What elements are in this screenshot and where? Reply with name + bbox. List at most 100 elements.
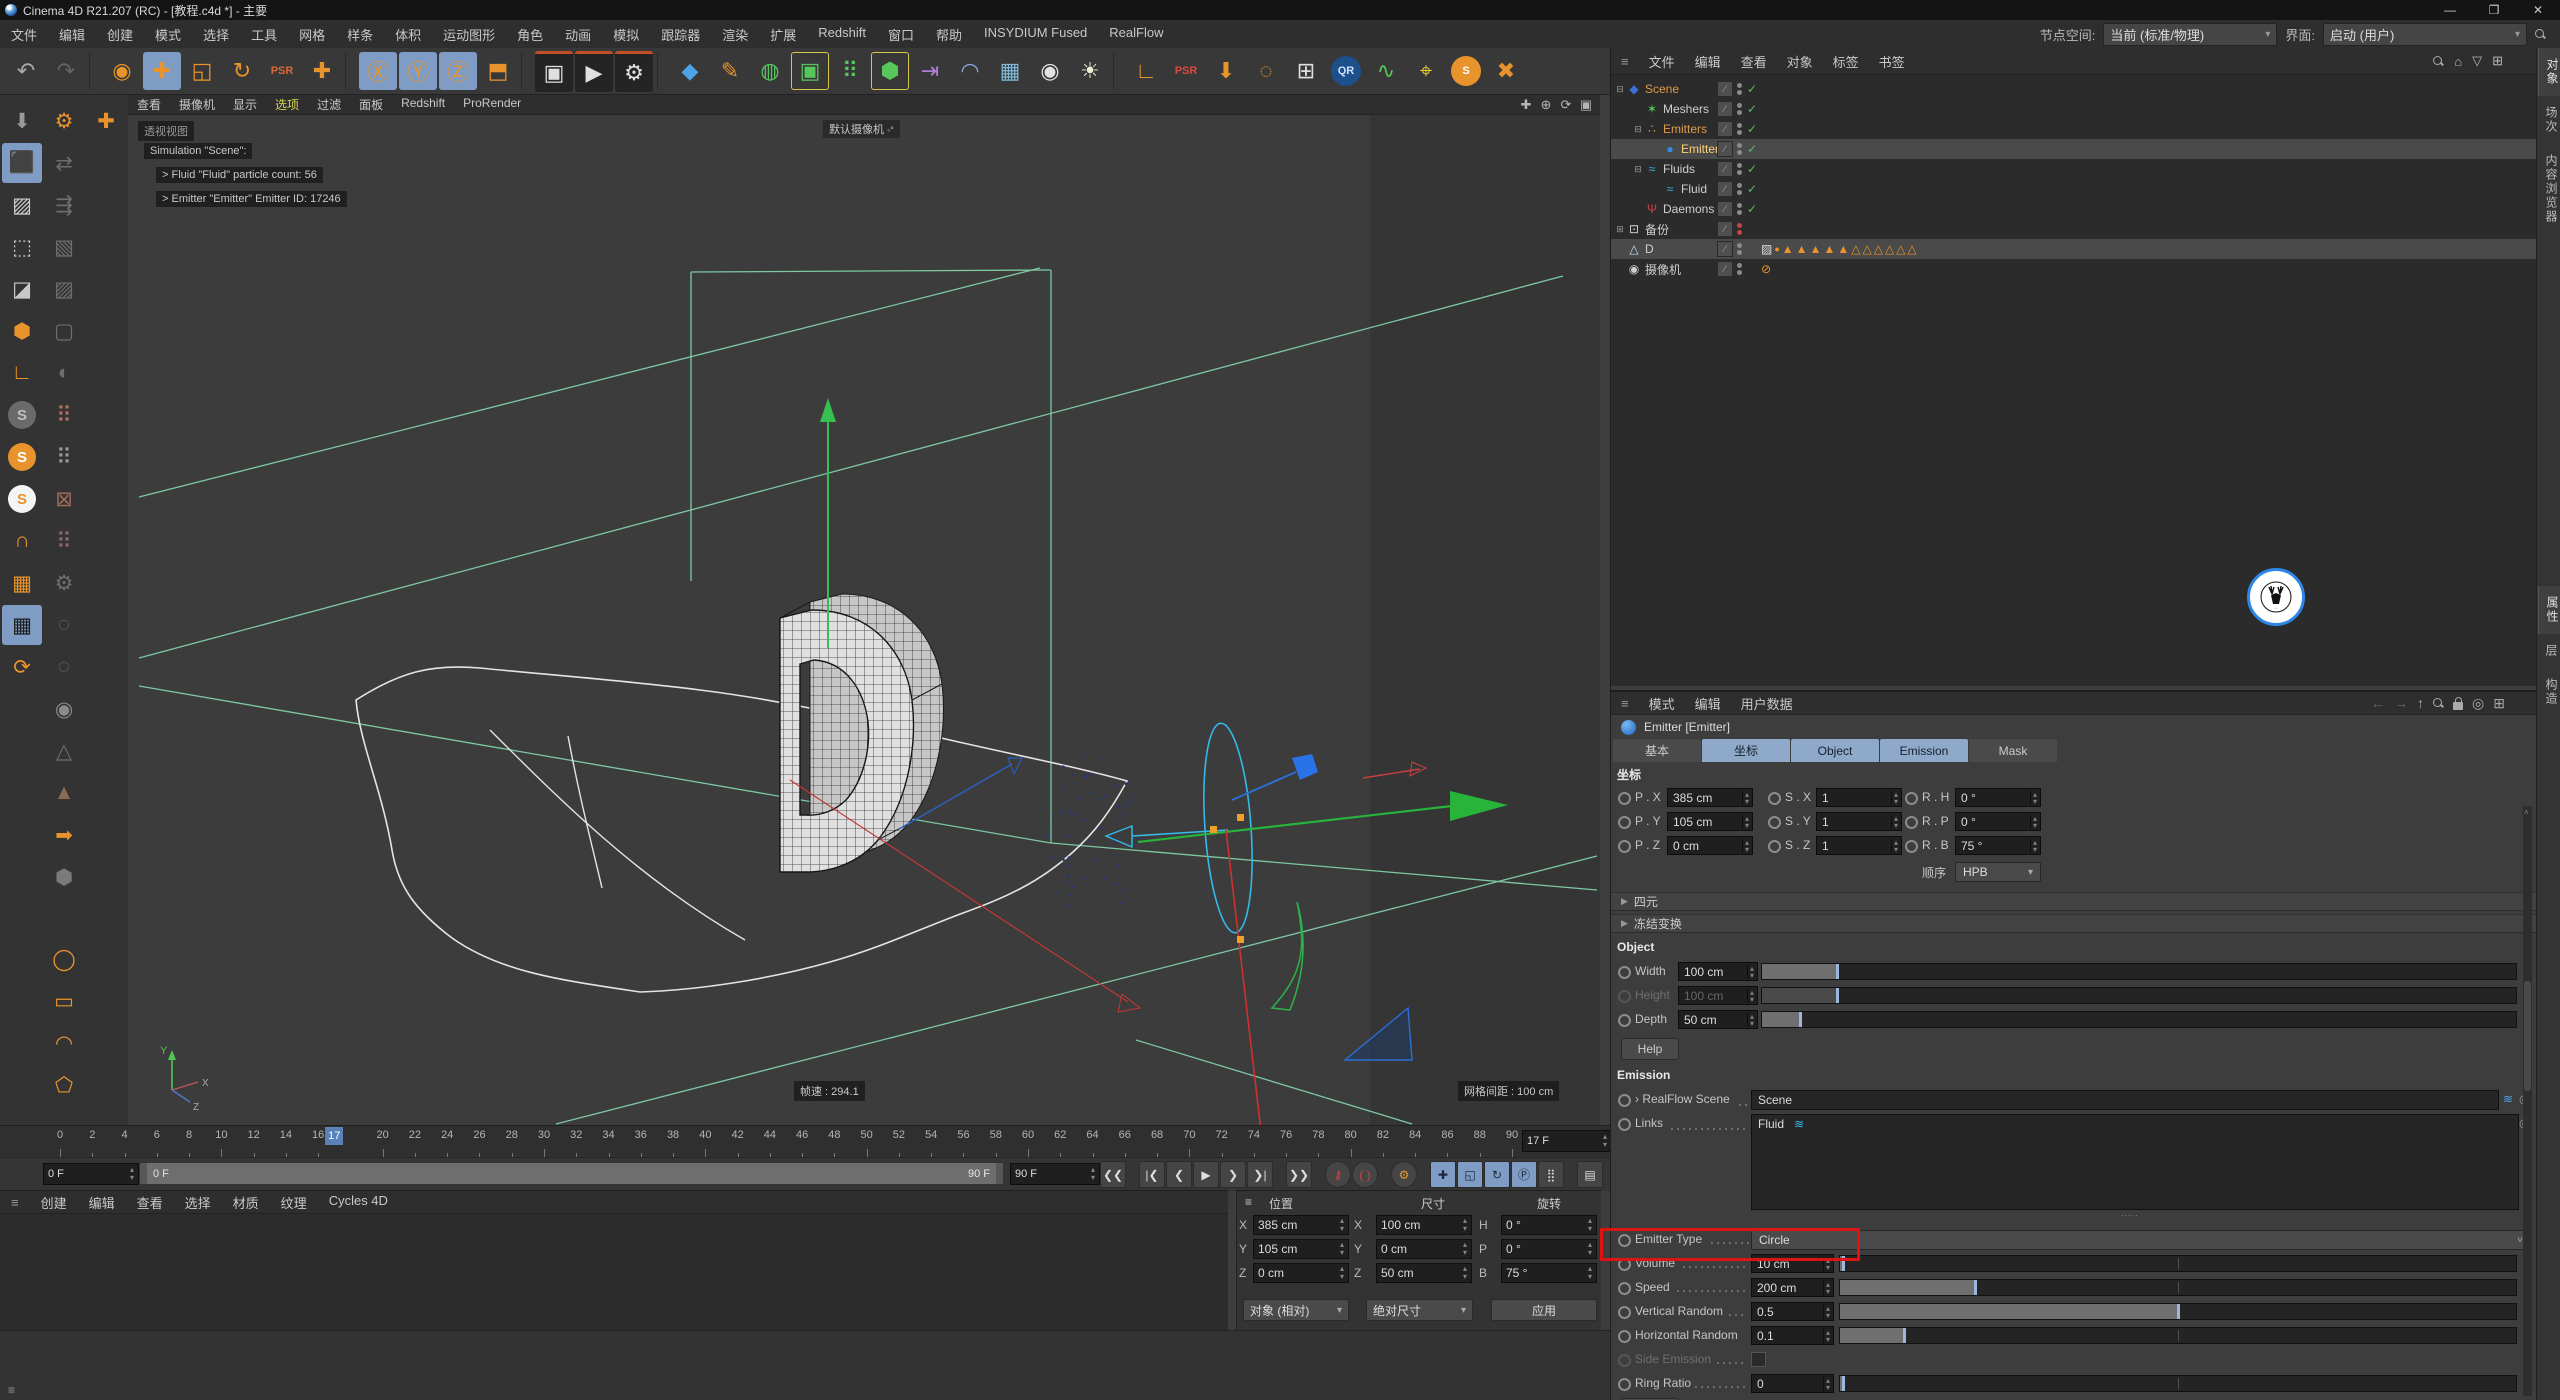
viewport-menu-3[interactable]: 选项 <box>266 96 308 113</box>
keyframe-dot[interactable] <box>1618 1354 1631 1367</box>
keyframe-dot[interactable] <box>1618 840 1631 853</box>
value-field[interactable]: 105 cm▴▾ <box>1667 812 1753 831</box>
ring-ratio-field[interactable]: 0▴▾ <box>1751 1374 1834 1393</box>
apply-button[interactable]: 应用 <box>1491 1299 1597 1321</box>
snap-settings-icon[interactable]: ⚙ <box>44 101 84 141</box>
keyframe-dot[interactable] <box>1618 1330 1631 1343</box>
keyframe-dot[interactable] <box>1618 990 1631 1003</box>
vp-rotate-icon[interactable]: ⟳ <box>1558 97 1574 113</box>
value-field[interactable]: 1▴▾ <box>1816 836 1902 855</box>
value-field[interactable]: 0 cm▴▾ <box>1667 836 1753 855</box>
enabled-check-icon[interactable]: ✓ <box>1747 162 1757 176</box>
material-menu-0[interactable]: 创建 <box>30 1193 78 1212</box>
attribute-scrollbar[interactable]: ˄ <box>2523 806 2532 1396</box>
daemon-tag-icon[interactable]: ▲ <box>1796 242 1808 256</box>
value-field[interactable]: 0 °▴▾ <box>1955 812 2041 831</box>
points-mode-icon[interactable]: ⬚ <box>2 227 42 267</box>
enabled-check-icon[interactable]: ✓ <box>1747 182 1757 196</box>
range-start-spinner[interactable]: 0 F▴▾ <box>43 1163 139 1185</box>
workplane-y-icon[interactable]: ▨ <box>44 269 84 309</box>
layer-toggle[interactable]: ∕ <box>1717 261 1733 277</box>
keyframe-dot[interactable] <box>1618 816 1631 829</box>
keyframe-dot[interactable] <box>1618 1306 1631 1319</box>
layer-toggle[interactable]: ∕ <box>1717 221 1733 237</box>
daemon-tag-icon[interactable]: △ <box>1874 242 1883 256</box>
tree-row-Emitter[interactable]: ●Emitter∕✓ <box>1611 139 2537 159</box>
pan-view-icon[interactable]: ✚ <box>86 101 126 141</box>
speed-slider[interactable] <box>1839 1279 2517 1296</box>
enabled-check-icon[interactable]: ✓ <box>1747 142 1757 156</box>
om-menu-2[interactable]: 查看 <box>1731 52 1777 71</box>
side-tab-场次[interactable]: 场次 <box>2538 96 2560 144</box>
dots-cluster-icon[interactable]: ⬢ <box>44 857 84 897</box>
volume-slider[interactable] <box>1839 1255 2517 1272</box>
collapsed-group-冻结变换[interactable]: ▶冻结变换 <box>1611 914 2537 933</box>
viewport-menu-4[interactable]: 过滤 <box>308 96 350 113</box>
tree-row-Fluids[interactable]: ⊟≈Fluids∕✓ <box>1611 159 2537 179</box>
main-menu-18[interactable]: 帮助 <box>925 25 973 44</box>
speed-field[interactable]: 200 cm▴▾ <box>1751 1278 1834 1297</box>
snap-disabled-icon[interactable]: ⊠ <box>44 479 84 519</box>
object-width-slider[interactable] <box>1761 963 2517 980</box>
keyframe-dot[interactable] <box>1618 1282 1631 1295</box>
am-search-icon[interactable] <box>2433 698 2444 709</box>
axis-workplane-icon[interactable]: ∟ <box>1127 52 1165 90</box>
slider-handle[interactable] <box>1799 1012 1802 1027</box>
edge-mode-icon[interactable]: ◪ <box>2 269 42 309</box>
side-tab-属性[interactable]: 属性 <box>2538 586 2560 634</box>
daemon-tag-icon[interactable]: △ <box>1862 242 1871 256</box>
camera-icon[interactable]: ◉ <box>1031 52 1069 90</box>
next-frame-button[interactable]: ❯ <box>1220 1161 1246 1188</box>
kf-parameter-button[interactable]: Ⓟ <box>1511 1161 1537 1188</box>
burger-icon[interactable]: ≡ <box>1611 54 1639 69</box>
tab-Emission[interactable]: Emission <box>1880 739 1968 762</box>
keyframe-dot[interactable] <box>1618 1118 1631 1131</box>
visibility-dots[interactable] <box>1737 123 1742 135</box>
collapse-icon[interactable]: ⊟ <box>1633 124 1643 135</box>
burger-icon[interactable]: ≡ <box>1611 696 1639 711</box>
particle-tag-icon[interactable]: ● <box>1774 244 1779 254</box>
camera-label[interactable]: 默认摄像机 ◦° <box>823 120 900 138</box>
simulation-off-icon[interactable]: S <box>8 401 36 429</box>
field-icon[interactable]: ⠿ <box>831 52 869 90</box>
workplane-icon[interactable]: ▦ <box>2 563 42 603</box>
main-menu-5[interactable]: 工具 <box>240 25 288 44</box>
node-space-select[interactable]: 当前 (标准/物理)▾ <box>2103 23 2277 46</box>
tree-row-Fluid[interactable]: ≈Fluid∕✓ <box>1611 179 2537 199</box>
value-field[interactable]: 100 cm▴▾ <box>1678 962 1758 981</box>
jiggle-icon[interactable]: ∿ <box>1367 52 1405 90</box>
om-menu-3[interactable]: 对象 <box>1777 52 1823 71</box>
main-menu-4[interactable]: 选择 <box>192 25 240 44</box>
viewport-menu-5[interactable]: 面板 <box>350 96 392 113</box>
layer-toggle[interactable]: ∕ <box>1717 101 1733 117</box>
record-key-button[interactable]: ⚷ <box>1325 1161 1351 1188</box>
keyframe-dot[interactable] <box>1905 840 1918 853</box>
rotate-icon[interactable]: ↻ <box>223 52 261 90</box>
object-height-slider[interactable] <box>1761 987 2517 1004</box>
material-menu-1[interactable]: 编辑 <box>78 1193 126 1212</box>
visibility-dots[interactable] <box>1737 163 1742 175</box>
visibility-dots[interactable] <box>1737 143 1742 155</box>
render-picture-viewer-icon[interactable]: ▶ <box>575 51 613 92</box>
z-axis-lock-icon[interactable]: Ⓩ <box>439 52 477 90</box>
goto-start-button[interactable]: ❮❮ <box>1100 1161 1126 1188</box>
burger-icon[interactable]: ≡ <box>1245 1195 1252 1209</box>
main-menu-14[interactable]: 渲染 <box>711 25 759 44</box>
main-menu-16[interactable]: Redshift <box>807 25 877 44</box>
tab-Object[interactable]: Object <box>1791 739 1879 762</box>
side-tab-内容浏览器[interactable]: 内容浏览器 <box>2538 144 2560 234</box>
render-view-icon[interactable]: ▣ <box>535 51 573 92</box>
polygon-mode-icon[interactable]: ⬢ <box>2 311 42 351</box>
value-field[interactable]: 100 cm▴▾ <box>1678 986 1758 1005</box>
material-menu-3[interactable]: 选择 <box>174 1193 222 1212</box>
om-menu-4[interactable]: 标签 <box>1823 52 1869 71</box>
coord-value-field[interactable]: 50 cm▴▾ <box>1376 1263 1472 1283</box>
drop-to-floor-icon[interactable]: ⬇ <box>1207 52 1245 90</box>
slider-handle[interactable] <box>1836 988 1839 1003</box>
material-menu-5[interactable]: 纹理 <box>270 1193 318 1212</box>
arrange-circle-icon[interactable]: ◌ <box>1247 52 1285 90</box>
deformer-icon[interactable]: ◠ <box>951 52 989 90</box>
layer-toggle[interactable]: ∕ <box>1717 201 1733 217</box>
tri-bake-icon[interactable]: ▲ <box>44 773 84 813</box>
range-handle-left[interactable] <box>140 1163 147 1184</box>
